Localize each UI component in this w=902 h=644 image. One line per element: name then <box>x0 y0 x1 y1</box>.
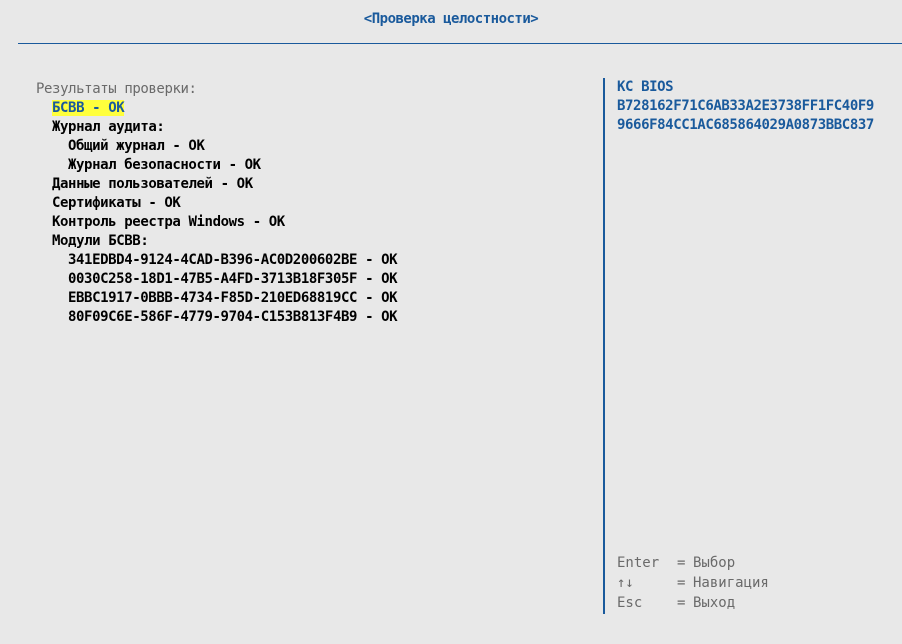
results-header: Результаты проверки: <box>36 81 197 97</box>
result-item-bsvv-label: БСВВ - ОК <box>52 100 125 116</box>
help-equals: = <box>677 555 686 571</box>
result-item-user-data[interactable]: Данные пользователей - ОК <box>36 175 596 194</box>
help-row-enter: Enter = Выбор <box>617 554 897 574</box>
integrity-check-screen: <Проверка целостности> Результаты провер… <box>0 0 902 644</box>
title-bar: <Проверка целостности> <box>0 0 902 44</box>
details-hash-line-1: B728162F71C6AB33A2E3738FF1FC40F9 <box>617 98 874 114</box>
result-item-security-log[interactable]: Журнал безопасности - ОК <box>36 156 596 175</box>
result-item-modules[interactable]: Модули БСВВ: <box>36 232 596 251</box>
details-title: КС BIOS <box>617 79 674 95</box>
help-action-select: Выбор <box>693 555 736 571</box>
help-equals: = <box>677 575 686 591</box>
help-row-navigation: ↑↓ = Навигация <box>617 574 897 594</box>
help-action-navigation: Навигация <box>693 575 769 591</box>
help-row-escape: Esc = Выход <box>617 594 897 614</box>
help-equals: = <box>677 595 686 611</box>
module-item[interactable]: 341EDBD4-9124-4CAD-B396-AC0D200602BE - О… <box>36 251 596 270</box>
help-panel: Enter = Выбор ↑↓ = Навигация Esc = Выход <box>617 554 897 614</box>
module-item[interactable]: EBBC1917-0BBB-4734-F85D-210ED68819CC - О… <box>36 289 596 308</box>
help-key-esc: Esc <box>617 595 643 611</box>
help-key-enter: Enter <box>617 555 660 571</box>
help-action-exit: Выход <box>693 595 736 611</box>
details-panel: КС BIOS B728162F71C6AB33A2E3738FF1FC40F9… <box>617 78 902 135</box>
panel-divider <box>603 78 605 614</box>
result-item-general-log[interactable]: Общий журнал - ОК <box>36 137 596 156</box>
window-title: <Проверка целостности> <box>363 11 539 27</box>
results-panel: Результаты проверки: БСВВ - ОК Журнал ау… <box>36 80 596 327</box>
result-item-audit-log[interactable]: Журнал аудита: <box>36 118 596 137</box>
module-item[interactable]: 0030C258-18D1-47B5-A4FD-3713B18F305F - О… <box>36 270 596 289</box>
content-area: Результаты проверки: БСВВ - ОК Журнал ау… <box>0 44 902 644</box>
result-item-registry[interactable]: Контроль реестра Windows - ОК <box>36 213 596 232</box>
result-item-bsvv[interactable]: БСВВ - ОК <box>36 99 596 118</box>
result-item-certificates[interactable]: Сертификаты - ОК <box>36 194 596 213</box>
details-hash-line-2: 9666F84CC1AC685864029A0873BBC837 <box>617 117 874 133</box>
help-key-arrows: ↑↓ <box>617 575 634 591</box>
module-item[interactable]: 80F09C6E-586F-4779-9704-C153B813F4B9 - О… <box>36 308 596 327</box>
